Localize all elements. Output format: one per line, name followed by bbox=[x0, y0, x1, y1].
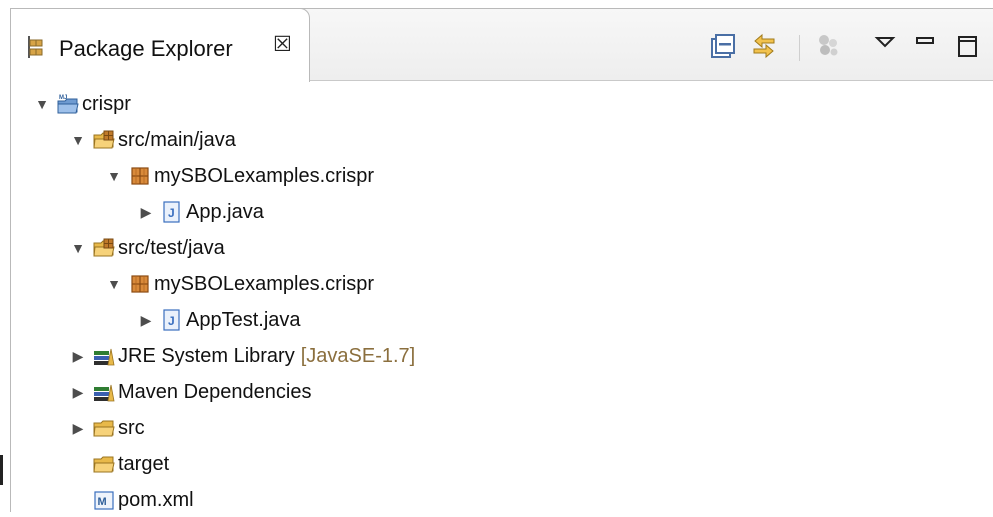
tree-item-app-java[interactable]: ▶ J App.java bbox=[137, 195, 264, 229]
source-folder-icon bbox=[93, 129, 115, 151]
svg-text:M: M bbox=[98, 496, 107, 508]
collapsed-arrow-icon[interactable]: ▶ bbox=[69, 419, 87, 437]
view-tab-strip: Package Explorer ☒ bbox=[10, 8, 993, 82]
project-tree: ▼ MJ crispr ▼ src/main/java ▼ mySBOLexam… bbox=[11, 81, 993, 513]
link-with-editor-icon bbox=[749, 31, 779, 61]
svg-text:J: J bbox=[168, 314, 175, 328]
collapsed-arrow-icon[interactable]: ▶ bbox=[137, 311, 155, 329]
expanded-arrow-icon[interactable]: ▼ bbox=[105, 167, 123, 185]
maven-pom-icon: M bbox=[93, 489, 115, 511]
toolbar-separator bbox=[799, 35, 800, 61]
folder-icon bbox=[93, 453, 115, 475]
jre-version-decoration: [JavaSE-1.7] bbox=[300, 344, 416, 367]
minimize-button[interactable] bbox=[911, 31, 941, 61]
project-label: crispr bbox=[82, 92, 131, 115]
src-test-java-label: src/test/java bbox=[118, 236, 225, 259]
tree-item-src[interactable]: ▶ src bbox=[69, 411, 145, 445]
source-folder-icon bbox=[93, 237, 115, 259]
package-explorer-icon bbox=[25, 35, 47, 59]
svg-text:MJ: MJ bbox=[59, 95, 67, 101]
tree-item-project[interactable]: ▼ MJ crispr bbox=[33, 87, 131, 121]
svg-text:J: J bbox=[168, 206, 175, 220]
tree-item-src-main-java[interactable]: ▼ src/main/java bbox=[69, 123, 236, 157]
package-icon bbox=[129, 165, 151, 187]
minimize-icon bbox=[911, 31, 941, 61]
package-icon bbox=[129, 273, 151, 295]
collapse-all-icon bbox=[708, 31, 738, 61]
collapse-all-button[interactable] bbox=[708, 31, 738, 61]
tree-item-apptest-java[interactable]: ▶ J AppTest.java bbox=[137, 303, 301, 337]
app-java-label: App.java bbox=[186, 200, 264, 223]
collapsed-arrow-icon[interactable]: ▶ bbox=[69, 347, 87, 365]
target-label: target bbox=[118, 452, 170, 475]
apptest-java-label: AppTest.java bbox=[186, 308, 301, 331]
src-main-java-label: src/main/java bbox=[118, 128, 236, 151]
expanded-arrow-icon[interactable]: ▼ bbox=[69, 239, 87, 257]
tree-item-maven-dependencies[interactable]: ▶ Maven Dependencies bbox=[69, 375, 312, 409]
expanded-arrow-icon[interactable]: ▼ bbox=[105, 275, 123, 293]
folder-icon bbox=[93, 417, 115, 439]
link-with-editor-button[interactable] bbox=[749, 31, 779, 61]
view-title: Package Explorer bbox=[59, 36, 233, 61]
library-icon bbox=[93, 381, 115, 403]
package-explorer-view: Package Explorer ☒ ▼ MJ crispr ▼ src/mai… bbox=[10, 8, 993, 512]
maximize-icon bbox=[953, 31, 983, 61]
src-label: src bbox=[118, 416, 145, 439]
jre-library-label: JRE System Library bbox=[118, 344, 295, 367]
view-menu-button[interactable] bbox=[871, 31, 901, 61]
select-working-set-button[interactable] bbox=[813, 31, 843, 61]
tab-package-explorer[interactable]: Package Explorer ☒ bbox=[10, 8, 310, 82]
expanded-arrow-icon[interactable]: ▼ bbox=[33, 95, 51, 113]
tree-item-test-package[interactable]: ▼ mySBOLexamples.crispr bbox=[105, 267, 374, 301]
maven-project-icon: MJ bbox=[57, 93, 79, 115]
expanded-arrow-icon[interactable]: ▼ bbox=[69, 131, 87, 149]
view-menu-icon bbox=[871, 31, 901, 61]
close-icon[interactable]: ☒ bbox=[273, 34, 293, 55]
test-package-label: mySBOLexamples.crispr bbox=[154, 272, 375, 295]
tree-item-jre-library[interactable]: ▶ JRE System Library [JavaSE-1.7] bbox=[69, 339, 416, 373]
java-file-icon: J bbox=[161, 309, 183, 331]
tree-item-main-package[interactable]: ▼ mySBOLexamples.crispr bbox=[105, 159, 374, 193]
tree-item-target[interactable]: target bbox=[69, 447, 169, 481]
maximize-button[interactable] bbox=[953, 31, 983, 61]
window-edge-mark bbox=[0, 455, 3, 485]
library-icon bbox=[93, 345, 115, 367]
tree-item-src-test-java[interactable]: ▼ src/test/java bbox=[69, 231, 225, 265]
collapsed-arrow-icon[interactable]: ▶ bbox=[69, 383, 87, 401]
working-set-icon bbox=[813, 31, 843, 61]
pom-label: pom.xml bbox=[118, 488, 194, 511]
collapsed-arrow-icon[interactable]: ▶ bbox=[137, 203, 155, 221]
main-package-label: mySBOLexamples.crispr bbox=[154, 164, 375, 187]
java-file-icon: J bbox=[161, 201, 183, 223]
maven-dependencies-label: Maven Dependencies bbox=[118, 380, 312, 403]
